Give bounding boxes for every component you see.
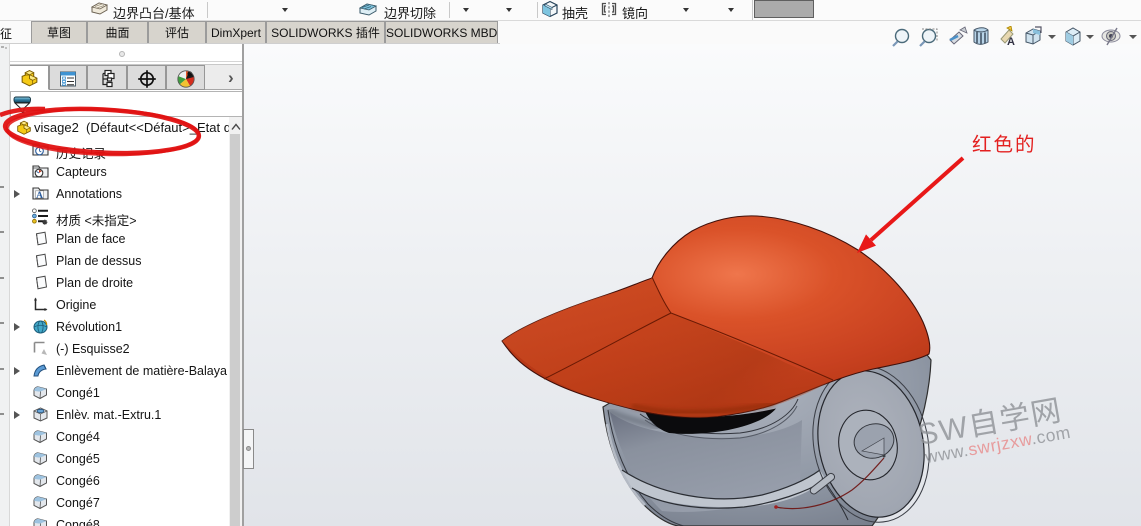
- svg-text:红色的: 红色的: [972, 134, 1037, 156]
